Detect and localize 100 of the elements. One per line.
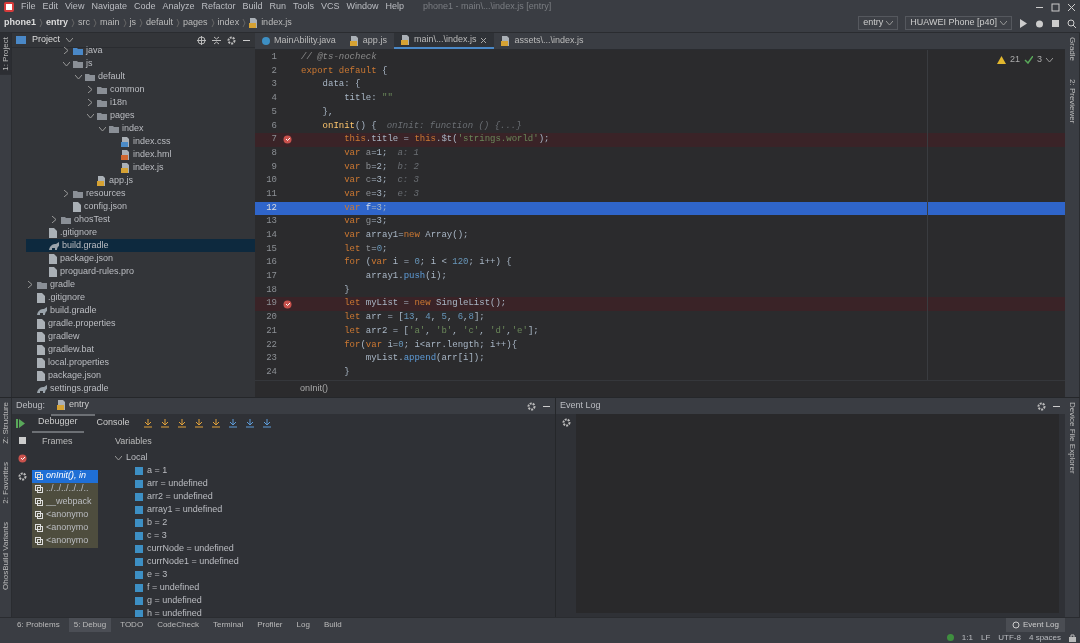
tree-item[interactable]: i18n bbox=[26, 96, 255, 109]
tree-item[interactable]: settings.gradle bbox=[26, 382, 255, 395]
settings-icon[interactable] bbox=[1037, 401, 1046, 411]
caret-icon[interactable] bbox=[66, 37, 73, 43]
tree-item[interactable]: build.gradle bbox=[26, 239, 255, 252]
tree-item[interactable]: index.hml bbox=[26, 148, 255, 161]
event-log-button[interactable]: Event Log bbox=[1005, 618, 1065, 632]
settings-icon[interactable] bbox=[17, 472, 27, 481]
tool-tab[interactable]: Log bbox=[291, 618, 315, 632]
panel-title[interactable]: Project bbox=[32, 33, 60, 47]
tree-item[interactable]: common bbox=[26, 83, 255, 96]
tree-item[interactable]: package.json bbox=[26, 369, 255, 382]
tool-tab[interactable]: TODO bbox=[115, 618, 149, 632]
tree-item[interactable]: index.js bbox=[26, 161, 255, 174]
tool-window-tab[interactable]: Z: Structure bbox=[0, 398, 11, 448]
tree-item[interactable]: js bbox=[26, 57, 255, 70]
tree-item[interactable]: proguard-rules.pro bbox=[26, 265, 255, 278]
tool-window-tab[interactable]: 2: Favorites bbox=[0, 457, 11, 508]
tree-item[interactable]: index bbox=[26, 122, 255, 135]
breadcrumb-item[interactable]: src bbox=[78, 16, 91, 30]
tree-item[interactable]: gradlew.bat bbox=[26, 343, 255, 356]
editor-tab[interactable]: MainAbility.java bbox=[255, 33, 343, 49]
device-dropdown[interactable]: HUAWEI Phone [p40] bbox=[905, 16, 1012, 30]
tree-item[interactable]: config.json bbox=[26, 200, 255, 213]
tree-item[interactable]: index.css bbox=[26, 135, 255, 148]
tool-window-tab[interactable]: OhosBuild Variants bbox=[0, 517, 11, 594]
status-item[interactable]: UTF-8 bbox=[998, 631, 1021, 643]
close-icon[interactable] bbox=[480, 36, 488, 44]
stop-icon[interactable] bbox=[1051, 18, 1060, 28]
breadcrumb-item[interactable]: phone1 bbox=[4, 16, 36, 30]
status-item[interactable]: LF bbox=[980, 631, 991, 643]
menu-item[interactable]: Run bbox=[269, 0, 286, 14]
tool-tab[interactable]: Build bbox=[318, 618, 347, 632]
menu-item[interactable]: Tools bbox=[293, 0, 315, 14]
tool-tab[interactable]: Terminal bbox=[207, 618, 249, 632]
menu-item[interactable]: VCS bbox=[321, 0, 340, 14]
menu-item[interactable]: Analyze bbox=[162, 0, 195, 14]
tree-item[interactable]: gradlew bbox=[26, 330, 255, 343]
code-breadcrumb[interactable]: onInit() bbox=[300, 382, 328, 396]
run-icon[interactable] bbox=[1019, 18, 1028, 28]
menu-item[interactable]: Navigate bbox=[91, 0, 127, 14]
tree-item[interactable]: pages bbox=[26, 109, 255, 122]
breadcrumb-item[interactable]: entry bbox=[46, 16, 69, 30]
run-config-dropdown[interactable]: entry bbox=[858, 16, 899, 30]
editor-tab[interactable]: main\...\index.js bbox=[393, 33, 495, 49]
tool-window-tab[interactable]: Gradle bbox=[1066, 33, 1078, 65]
tree-item[interactable]: default bbox=[26, 70, 255, 83]
caret-icon[interactable] bbox=[1000, 20, 1007, 26]
search-icon[interactable] bbox=[1067, 18, 1076, 28]
tree-item[interactable]: gradle.properties bbox=[26, 317, 255, 330]
settings-icon[interactable] bbox=[561, 418, 571, 427]
breadcrumb-item[interactable]: index bbox=[217, 16, 240, 30]
session-tab[interactable]: entry bbox=[51, 398, 96, 416]
breadcrumb-item[interactable]: main bbox=[100, 16, 120, 30]
breakpoint-icon[interactable] bbox=[282, 135, 292, 145]
tree-item[interactable]: local.properties bbox=[26, 356, 255, 369]
tree-item[interactable]: java bbox=[26, 44, 255, 57]
menu-item[interactable]: Edit bbox=[42, 0, 59, 14]
settings-icon[interactable] bbox=[227, 35, 236, 45]
scope-row[interactable]: Local bbox=[115, 451, 555, 465]
tool-tab[interactable]: 5: Debug bbox=[68, 618, 112, 632]
settings-icon[interactable] bbox=[527, 401, 536, 411]
tool-tab[interactable]: 6: Problems bbox=[12, 618, 65, 632]
editor-tab[interactable]: app.js bbox=[342, 33, 394, 49]
debug-tab[interactable]: Console bbox=[90, 414, 136, 432]
tool-window-tab[interactable]: 1: Project bbox=[0, 33, 11, 75]
tool-window-tab[interactable]: 2: Previewer bbox=[1066, 75, 1078, 128]
debug-tab[interactable]: Debugger bbox=[32, 413, 84, 433]
tree-item[interactable]: resources bbox=[26, 187, 255, 200]
frame-item[interactable]: onInit(), in bbox=[32, 469, 98, 483]
collapse-all-icon[interactable] bbox=[212, 35, 221, 45]
menu-item[interactable]: View bbox=[65, 0, 85, 14]
breadcrumb-item[interactable]: default bbox=[146, 16, 174, 30]
tree-item[interactable]: .gitignore bbox=[26, 291, 255, 304]
tree-item[interactable]: app.js bbox=[26, 174, 255, 187]
tree-item[interactable]: ohosTest bbox=[26, 213, 255, 226]
editor-tab[interactable]: assets\...\index.js bbox=[494, 33, 591, 49]
tool-window-tab[interactable]: Device File Explorer bbox=[1066, 398, 1078, 478]
breadcrumb-item[interactable]: js bbox=[129, 16, 137, 30]
breadcrumb-item[interactable]: index.js bbox=[261, 16, 292, 30]
breadcrumb-item[interactable]: pages bbox=[183, 16, 208, 30]
tool-tab[interactable]: CodeCheck bbox=[152, 618, 204, 632]
tool-tab[interactable]: Profiler bbox=[252, 618, 288, 632]
tree-item[interactable]: gradle bbox=[26, 278, 255, 291]
menu-item[interactable]: Window bbox=[346, 0, 379, 14]
menu-item[interactable]: Build bbox=[242, 0, 263, 14]
menu-item[interactable]: Help bbox=[385, 0, 405, 14]
tree-item[interactable]: .gitignore bbox=[26, 226, 255, 239]
breakpoint-icon[interactable] bbox=[282, 299, 292, 309]
status-item[interactable]: 1:1 bbox=[961, 631, 973, 643]
status-item[interactable]: 4 spaces bbox=[1028, 631, 1061, 643]
resume-icon[interactable] bbox=[16, 418, 25, 428]
close-icon[interactable] bbox=[1067, 2, 1076, 12]
debug-icon[interactable] bbox=[1035, 18, 1044, 28]
tree-item[interactable]: package.json bbox=[26, 252, 255, 265]
tree-item[interactable]: build.gradle bbox=[26, 304, 255, 317]
crosshair-icon[interactable] bbox=[197, 35, 206, 45]
maximize-icon[interactable] bbox=[1051, 2, 1060, 12]
breakpoint-icon[interactable] bbox=[17, 454, 27, 463]
stop-icon[interactable] bbox=[17, 436, 27, 445]
